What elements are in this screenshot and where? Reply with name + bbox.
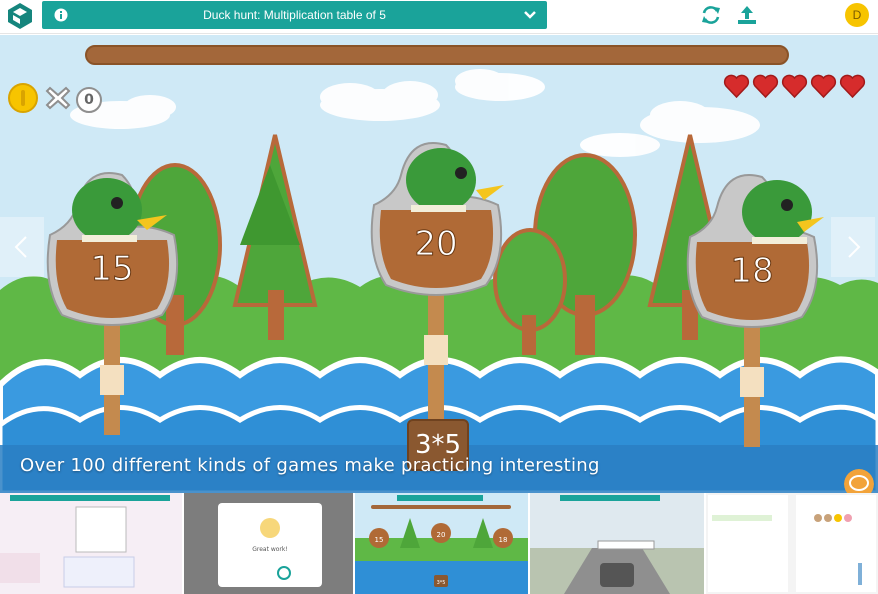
thumbnail-duck-hunt[interactable]: 15 20 18 3*5 (355, 493, 528, 594)
duck-target[interactable]: 20 (370, 142, 504, 425)
logo-icon[interactable] (6, 2, 34, 30)
lives (723, 73, 868, 101)
thumbnail-car-game[interactable] (530, 493, 704, 594)
top-bar: Duck hunt: Multiplication table of 5 D (0, 0, 878, 34)
thumbnail-strip: Great work! 15 20 18 3*5 (0, 493, 878, 594)
heart-icon (810, 74, 837, 99)
chat-icon[interactable] (844, 469, 874, 493)
thumbnail-duck-number: 15 (375, 536, 384, 544)
chevron-down-icon[interactable] (523, 9, 537, 21)
game-stage: 15 20 18 0 3*5 Over 100 different kinds … (0, 35, 878, 493)
heart-icon (839, 74, 866, 99)
close-icon (45, 86, 71, 110)
game-title: Duck hunt: Multiplication table of 5 (203, 8, 386, 22)
heart-icon (781, 74, 808, 99)
refresh-icon[interactable] (700, 4, 722, 26)
thumbnail-great-work[interactable]: Great work! (184, 493, 353, 594)
upload-icon[interactable] (736, 4, 758, 26)
thumbnail-text: Great work! (252, 546, 288, 553)
slide-caption: Over 100 different kinds of games make p… (20, 455, 600, 476)
thumbnail-question: 3*5 (437, 580, 446, 586)
game-title-dropdown[interactable]: Duck hunt: Multiplication table of 5 (42, 1, 547, 29)
duck-number: 20 (414, 224, 457, 264)
prev-slide-button[interactable] (0, 217, 44, 277)
thumbnail-duck-number: 20 (437, 531, 446, 539)
wrong-count: 0 (76, 87, 102, 113)
chevron-left-icon (14, 236, 27, 258)
next-slide-button[interactable] (831, 217, 875, 277)
duck-number: 15 (90, 249, 133, 289)
avatar[interactable]: D (845, 3, 869, 27)
progress-bar (85, 45, 789, 65)
duck-target[interactable]: 18 (686, 174, 824, 447)
heart-icon (752, 74, 779, 99)
coin-icon (8, 83, 38, 113)
heart-icon (723, 74, 750, 99)
thumbnail-duck-number: 18 (499, 536, 508, 544)
thumbnail-word-grid[interactable] (0, 493, 182, 594)
thumbnail-exercise-list[interactable] (706, 493, 878, 594)
chevron-right-icon (848, 236, 861, 258)
duck-number: 18 (730, 251, 773, 291)
duck-target[interactable]: 15 (46, 172, 179, 435)
